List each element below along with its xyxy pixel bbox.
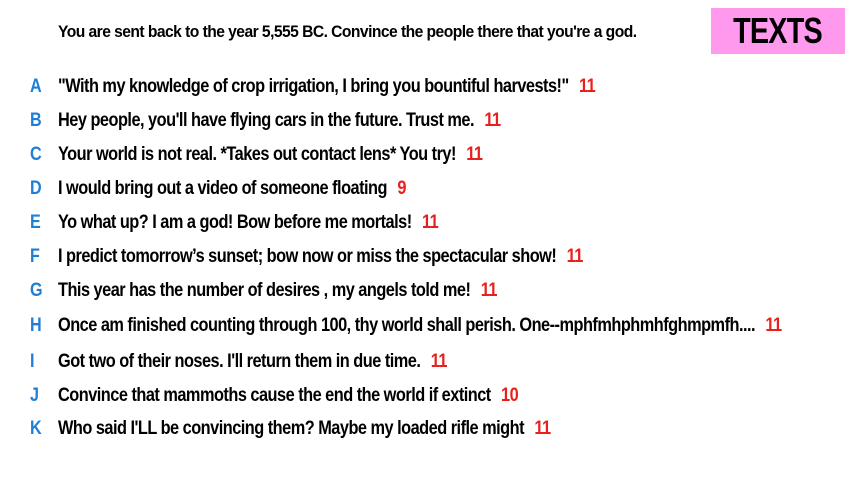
answer-letter: J — [30, 385, 39, 406]
round-badge-label: TEXTS — [733, 10, 824, 51]
answer-row: I Got two of their noses. I'll return th… — [0, 347, 853, 377]
answer-text: Yo what up? I am a god! Bow before me mo… — [58, 212, 412, 233]
answer-letter: C — [30, 144, 42, 165]
answer-text: Hey people, you'll have flying cars in t… — [58, 110, 475, 131]
prompt-text: You are sent back to the year 5,555 BC. … — [58, 22, 637, 41]
answer-text: Convince that mammoths cause the end the… — [58, 385, 491, 406]
answer-letter: G — [30, 280, 43, 301]
answer-row: B Hey people, you'll have flying cars in… — [0, 106, 853, 136]
round-badge: TEXTS — [711, 8, 845, 54]
answer-score: 11 — [484, 110, 501, 131]
answer-row: E Yo what up? I am a god! Bow before me … — [0, 208, 853, 238]
answer-line: "With my knowledge of crop irrigation, I… — [58, 76, 596, 98]
answer-letter: H — [30, 315, 42, 336]
answer-text: I would bring out a video of someone flo… — [58, 178, 388, 199]
answer-line: Once am finished counting through 100, t… — [58, 315, 782, 337]
answer-row: A "With my knowledge of crop irrigation,… — [0, 72, 853, 102]
answer-line: I predict tomorrow’s sunset; bow now or … — [58, 246, 583, 268]
answer-text: This year has the number of desires , my… — [58, 280, 471, 301]
answer-letter: D — [30, 178, 42, 199]
answer-text: "With my knowledge of crop irrigation, I… — [58, 76, 569, 97]
answer-text: I predict tomorrow’s sunset; bow now or … — [58, 246, 557, 267]
answer-text: Your world is not real. *Takes out conta… — [58, 144, 456, 165]
answer-row: C Your world is not real. *Takes out con… — [0, 140, 853, 170]
answer-line: Got two of their noses. I'll return them… — [58, 351, 447, 373]
answer-row: G This year has the number of desires , … — [0, 276, 853, 306]
answer-letter: A — [30, 76, 42, 97]
answer-row: F I predict tomorrow’s sunset; bow now o… — [0, 242, 853, 272]
answer-line: Who said I'LL be convincing them? Maybe … — [58, 418, 551, 440]
answer-row: K Who said I'LL be convincing them? Mayb… — [0, 414, 853, 444]
answer-score: 11 — [534, 418, 551, 439]
answer-row: J Convince that mammoths cause the end t… — [0, 381, 853, 411]
answer-row: H Once am finished counting through 100,… — [0, 311, 853, 341]
answer-score: 11 — [579, 76, 596, 97]
answer-letter: B — [30, 110, 42, 131]
answer-text: Who said I'LL be convincing them? Maybe … — [58, 418, 525, 439]
answer-letter: E — [30, 212, 41, 233]
answer-line: I would bring out a video of someone flo… — [58, 178, 406, 200]
answer-score: 11 — [421, 212, 439, 233]
answer-row: D I would bring out a video of someone f… — [0, 174, 853, 204]
answer-text: Once am finished counting through 100, t… — [58, 315, 756, 336]
answer-score: 11 — [765, 315, 782, 336]
answer-score: 9 — [397, 178, 406, 199]
answer-score: 11 — [480, 280, 498, 301]
answer-letter: F — [30, 246, 40, 267]
game-screen: You are sent back to the year 5,555 BC. … — [0, 0, 853, 480]
answer-score: 11 — [466, 144, 483, 165]
answer-line: Hey people, you'll have flying cars in t… — [58, 110, 501, 132]
answer-line: Convince that mammoths cause the end the… — [58, 385, 519, 407]
answer-letter: K — [30, 418, 42, 439]
answer-text: Got two of their noses. I'll return them… — [58, 351, 421, 372]
answer-score: 10 — [501, 385, 519, 406]
answer-score: 11 — [430, 351, 448, 372]
answer-line: Your world is not real. *Takes out conta… — [58, 144, 483, 166]
answer-score: 11 — [566, 246, 584, 267]
answer-line: Yo what up? I am a god! Bow before me mo… — [58, 212, 439, 234]
answer-letter: I — [30, 351, 35, 372]
answer-line: This year has the number of desires , my… — [58, 280, 498, 302]
